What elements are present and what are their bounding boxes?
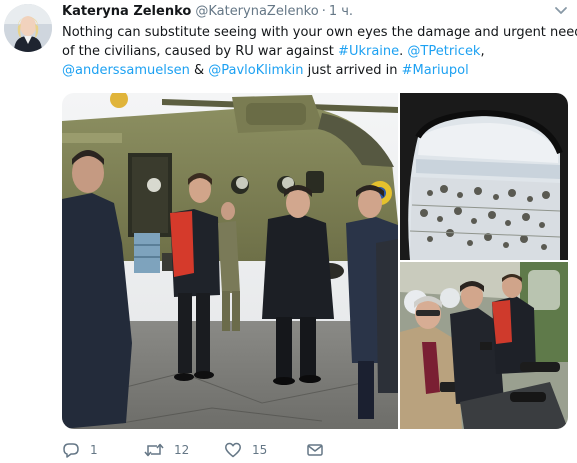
retweet-icon xyxy=(144,441,164,459)
reply-count: 1 xyxy=(90,443,98,457)
tweet: Kateryna Zelenko @KaterynaZelenko · 1 ч. No… xyxy=(0,0,577,463)
text-segment: & xyxy=(189,63,209,78)
retweet-count: 12 xyxy=(174,443,190,457)
like-button[interactable]: 15 xyxy=(224,440,267,460)
retweet-button[interactable]: 12 xyxy=(144,440,189,460)
mention-link[interactable]: @anderssamuelsen xyxy=(62,63,190,78)
reply-button[interactable]: 1 xyxy=(62,440,98,460)
like-icon xyxy=(224,441,242,459)
tweet-text-line: @anderssamuelsen & @PavloKlimkin just ar… xyxy=(62,61,572,80)
photo-helicopter-delegation[interactable] xyxy=(62,93,398,429)
text-segment: , xyxy=(480,44,485,59)
tweet-text: Nothing can substitute seeing with your … xyxy=(62,23,577,80)
text-segment: Nothing can substitute seeing with your … xyxy=(62,25,577,40)
like-count: 15 xyxy=(252,443,268,457)
tweet-text-line: Nothing can substitute seeing with your … xyxy=(62,23,577,42)
author-name[interactable]: Kateryna Zelenko xyxy=(62,4,191,19)
photo-helicopter-cabin[interactable] xyxy=(400,262,568,429)
hashtag-link[interactable]: #Mariupol xyxy=(402,63,469,78)
caret-down-icon[interactable] xyxy=(554,6,568,16)
mention-link[interactable]: @TPetricek xyxy=(407,44,480,59)
tweet-header: Kateryna Zelenko @KaterynaZelenko · 1 ч. xyxy=(62,3,353,21)
text-segment: of the civilians, caused by RU war again… xyxy=(62,44,339,59)
separator-dot: · xyxy=(321,4,326,19)
timestamp[interactable]: 1 ч. xyxy=(329,4,353,19)
photo-aerial-window[interactable] xyxy=(400,93,568,260)
avatar[interactable] xyxy=(4,4,52,52)
message-button[interactable] xyxy=(306,440,324,460)
hashtag-link[interactable]: #Ukraine xyxy=(338,44,399,59)
author-handle[interactable]: @KaterynaZelenko xyxy=(195,4,318,19)
text-segment: just arrived in xyxy=(303,63,402,78)
message-icon xyxy=(306,441,324,459)
mention-link[interactable]: @PavloKlimkin xyxy=(208,63,303,78)
media-grid xyxy=(62,93,568,429)
tweet-text-line: of the civilians, caused by RU war again… xyxy=(62,42,572,61)
tweet-actions: 1 12 15 xyxy=(62,440,542,460)
reply-icon xyxy=(62,441,80,459)
